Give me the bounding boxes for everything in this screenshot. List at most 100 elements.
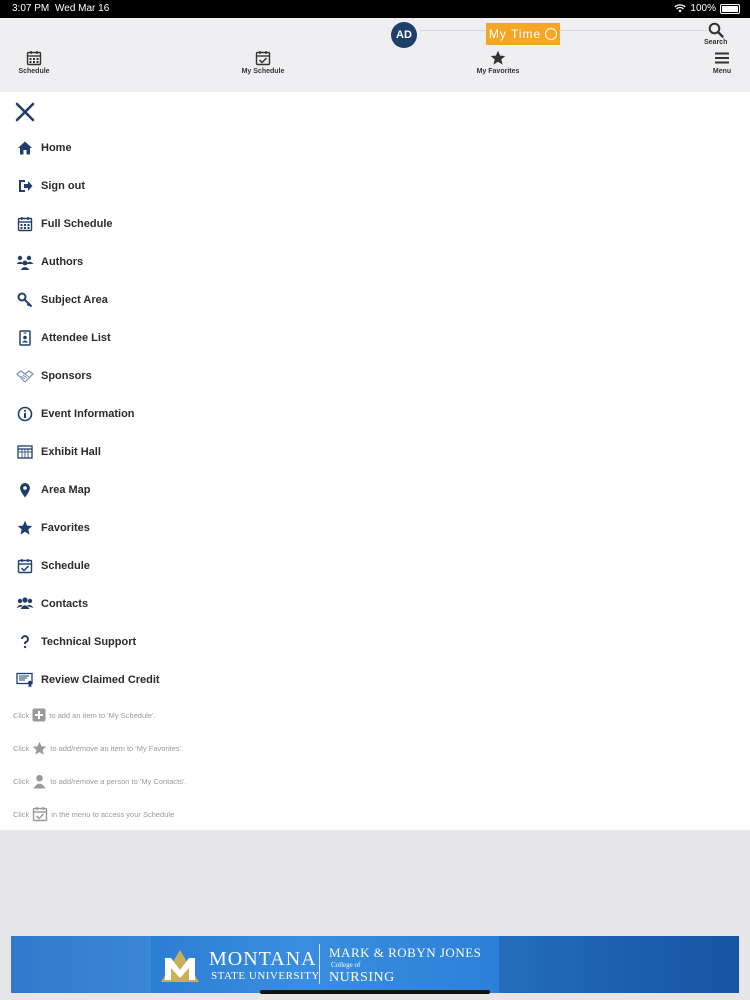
menu-item-label: Area Map — [41, 484, 91, 496]
nav-menu-label: Menu — [712, 68, 732, 75]
map-pin-icon — [15, 480, 35, 500]
hint-text: to add/remove an item to 'My Favorites'. — [50, 744, 184, 753]
badge-icon — [15, 328, 35, 348]
menu-item-label: Exhibit Hall — [41, 446, 101, 458]
menu-item-favorites[interactable]: Favorites — [15, 517, 90, 539]
battery-percent: 100% — [690, 3, 716, 14]
status-date: Wed Mar 16 — [55, 3, 110, 14]
menu-item-label: Contacts — [41, 598, 89, 610]
my-time-button[interactable]: My Time — [486, 23, 560, 45]
wifi-icon — [674, 4, 687, 13]
search-button[interactable]: Search — [704, 22, 727, 46]
hamburger-menu-icon — [715, 52, 729, 64]
menu-item-sign-out[interactable]: Sign out — [15, 175, 85, 197]
star-icon — [15, 518, 35, 538]
menu-item-label: Attendee List — [41, 332, 111, 344]
menu-panel: Home Sign out Full Schedule Authors Subj… — [0, 92, 750, 830]
calendar-icon — [26, 51, 42, 66]
menu-item-label: Favorites — [41, 522, 90, 534]
menu-item-label: Sign out — [41, 180, 85, 192]
person-icon — [33, 774, 46, 789]
menu-item-authors[interactable]: Authors — [15, 251, 83, 273]
hint-add-schedule: Click to add an item to 'My Schedule'. — [13, 708, 156, 722]
my-time-label: My Time — [488, 27, 542, 41]
menu-item-full-schedule[interactable]: Full Schedule — [15, 213, 113, 235]
menu-item-event-information[interactable]: Event Information — [15, 403, 135, 425]
menu-item-label: Schedule — [41, 560, 90, 572]
menu-item-technical-support[interactable]: Technical Support — [15, 631, 136, 653]
home-indicator[interactable] — [260, 990, 490, 994]
menu-item-home[interactable]: Home — [15, 137, 72, 159]
close-icon[interactable] — [14, 101, 36, 123]
nav-menu[interactable]: Menu — [708, 50, 736, 75]
menu-item-area-map[interactable]: Area Map — [15, 479, 91, 501]
banner-photo-left — [11, 936, 151, 993]
certificate-icon — [15, 670, 35, 690]
add-icon — [32, 708, 46, 722]
hint-click-text: Click — [13, 809, 30, 819]
banner-college-of: College of — [331, 961, 361, 969]
clock-icon — [545, 28, 558, 40]
menu-item-schedule[interactable]: Schedule — [15, 555, 90, 577]
menu-item-label: Technical Support — [41, 636, 137, 648]
menu-item-label: Review Claimed Credit — [41, 674, 160, 686]
hint-click-text: Click — [13, 744, 30, 753]
hint-click-text: Click — [13, 777, 30, 786]
search-label: Search — [704, 39, 728, 46]
authors-icon — [15, 252, 35, 272]
hint-click-text: Click — [13, 710, 30, 720]
banner-photo-right — [499, 936, 739, 993]
calendar-check-icon — [255, 51, 271, 66]
nav-schedule[interactable]: Schedule — [17, 50, 51, 75]
sponsor-banner[interactable]: MONTANA STATE UNIVERSITY MARK & ROBYN JO… — [11, 936, 739, 993]
exhibit-icon — [15, 442, 35, 462]
menu-item-label: Authors — [41, 256, 84, 268]
star-icon — [32, 741, 47, 755]
menu-item-subject-area[interactable]: Subject Area — [15, 289, 108, 311]
hint-favorites: Click to add/remove an item to 'My Favor… — [13, 741, 183, 756]
hint-text: in the menu to access your Schedule — [51, 809, 175, 819]
menu-item-contacts[interactable]: Contacts — [15, 593, 88, 615]
banner-montana: MONTANA — [209, 948, 317, 970]
battery-icon — [720, 3, 740, 14]
banner-mark-robyn-jones: MARK & ROBYN JONES — [329, 945, 482, 960]
menu-item-label: Home — [41, 142, 72, 154]
menu-item-review-claimed-credit[interactable]: Review Claimed Credit — [15, 669, 160, 691]
info-icon — [15, 404, 35, 424]
nav-my-favorites-label: My Favorites — [476, 68, 520, 75]
hint-text: to add/remove a person to 'My Contacts'. — [50, 777, 187, 786]
nav-my-schedule[interactable]: My Schedule — [238, 50, 288, 75]
sign-out-icon — [15, 176, 35, 196]
banner-divider — [319, 944, 320, 984]
status-right: 100% — [674, 3, 740, 14]
question-icon — [15, 632, 35, 652]
menu-item-label: Event Information — [41, 408, 135, 420]
status-bar: 3:07 PM Wed Mar 16 100% — [0, 0, 750, 18]
menu-item-exhibit-hall[interactable]: Exhibit Hall — [15, 441, 101, 463]
key-icon — [15, 290, 35, 310]
nav-divider-line — [420, 30, 710, 31]
banner-msu: STATE UNIVERSITY — [211, 970, 320, 982]
home-icon — [15, 138, 35, 158]
calendar-check-icon — [33, 807, 48, 822]
search-icon — [708, 22, 724, 38]
star-icon — [490, 50, 506, 65]
handshake-icon — [15, 366, 35, 386]
top-nav: AD My Time Search Schedule My Schedule M… — [0, 18, 750, 92]
menu-item-label: Sponsors — [41, 370, 92, 382]
hint-schedule-menu: Click in the menu to access your Schedul… — [13, 806, 174, 822]
avatar[interactable]: AD — [391, 22, 417, 48]
status-time: 3:07 PM — [12, 3, 50, 14]
nav-my-schedule-label: My Schedule — [241, 68, 285, 75]
contacts-icon — [15, 594, 35, 614]
msu-m-logo-icon — [161, 950, 199, 982]
hint-text: to add an item to 'My Schedule'. — [49, 710, 156, 720]
menu-item-label: Subject Area — [41, 294, 108, 306]
nav-my-favorites[interactable]: My Favorites — [474, 50, 522, 75]
calendar-check-icon — [15, 556, 35, 576]
menu-item-sponsors[interactable]: Sponsors — [15, 365, 92, 387]
banner-nursing: NURSING — [329, 970, 395, 985]
nav-schedule-label: Schedule — [18, 68, 50, 75]
menu-item-label: Full Schedule — [41, 218, 113, 230]
menu-item-attendee-list[interactable]: Attendee List — [15, 327, 111, 349]
